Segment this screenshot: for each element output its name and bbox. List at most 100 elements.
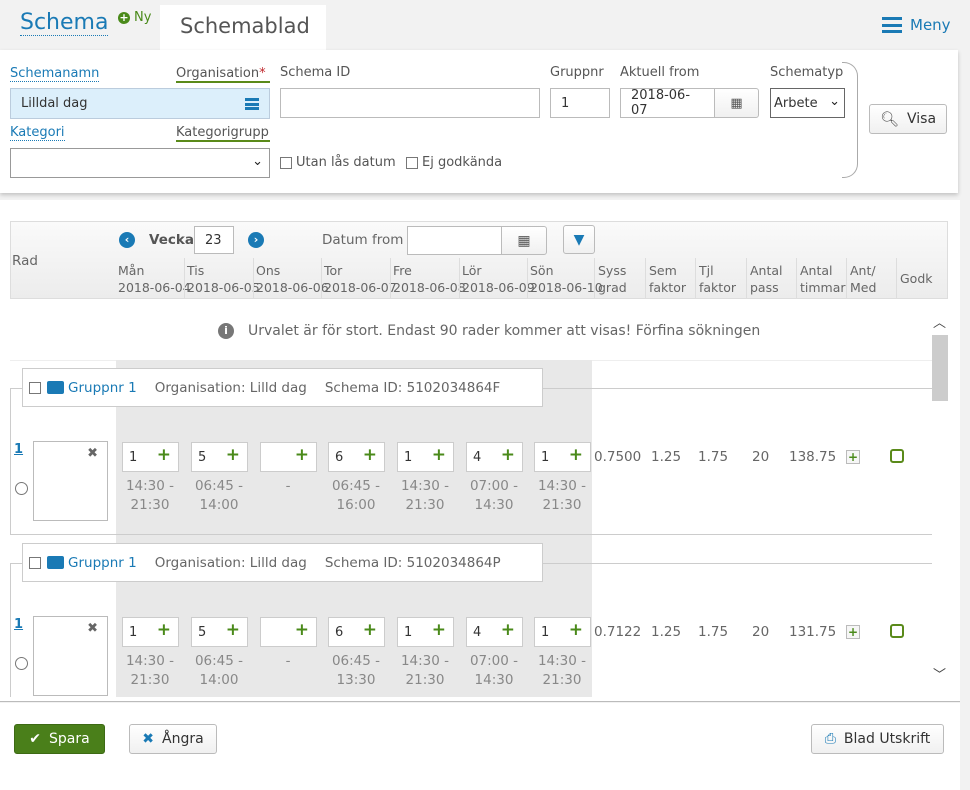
timmar-value: 138.75 [789,449,837,465]
organisation-field[interactable]: Lilldal dag [10,88,270,119]
plus-icon[interactable]: + [363,445,377,465]
plus-icon[interactable]: + [295,445,309,465]
plus-icon[interactable]: + [157,445,171,465]
vecka-input[interactable]: 23 [194,226,234,254]
day-input[interactable]: + [260,617,317,647]
shift-time: 14:30 -21:30 [537,653,587,688]
print-icon: ⎙ [824,731,836,747]
add-note-icon[interactable]: + [846,450,860,464]
plus-icon[interactable]: + [569,620,583,640]
scroll-up-icon[interactable]: ︿ [933,312,946,331]
plus-icon[interactable]: + [501,445,515,465]
tab-schemablad[interactable]: Schemablad [160,5,326,51]
day-input[interactable]: 1 + [397,442,454,472]
day-header: Mån 2018-06-04 [118,263,191,295]
filter-button[interactable]: ▼ [563,225,595,254]
aktuell-from-input[interactable]: 2018-06-07 [620,88,715,118]
shift-time: 06:45 -13:30 [331,653,381,688]
plus-icon[interactable]: + [363,620,377,640]
kategorigrupp-label: Kategorigrupp [176,125,270,142]
datum-from-input[interactable] [407,226,503,255]
grid-body: i Urvalet är för stort. Endast 90 rader … [10,300,932,697]
calendar-icon: ▦ [517,232,531,249]
group-checkbox[interactable] [29,556,41,569]
row-number-link[interactable]: 1 [14,617,23,632]
schema-id-input[interactable] [280,88,540,118]
plus-icon[interactable]: + [501,620,515,640]
godk-checkbox[interactable] [890,449,904,463]
day-header: Ons 2018-06-06 [256,263,329,295]
menu-label: Meny [910,16,951,34]
column-header: Syss grad [598,263,627,295]
plus-icon[interactable]: + [157,620,171,640]
timmar-value: 131.75 [789,624,837,640]
schematyp-select[interactable]: Arbete ⌄ [770,88,845,118]
group-schema-id: Schema ID: 5102034864F [324,379,501,396]
scrollbar[interactable]: ︿ ﹀ [932,310,948,690]
utan-las-datum-checkbox[interactable]: Utan lås datum [280,155,396,170]
row-number-link[interactable]: 1 [14,442,23,457]
notice: i Urvalet är för stort. Endast 90 rader … [218,323,760,339]
kategorigrupp-select[interactable]: ⌄ [10,148,270,178]
plus-icon[interactable]: + [295,620,309,640]
day-input[interactable]: 1 + [122,617,179,647]
prev-week-button[interactable]: ‹ [119,232,135,248]
ej-godkanda-checkbox[interactable]: Ej godkända [406,155,502,170]
column-header: Antal timmar [800,263,846,295]
shift-time: 06:45 -16:00 [331,478,381,513]
day-input[interactable]: 1 + [397,617,454,647]
list-icon[interactable] [245,98,259,110]
day-header: Fre 2018-06-08 [393,263,466,295]
column-header: Ant/Med [850,263,877,295]
day-input[interactable]: 6 + [328,617,385,647]
comment-textarea[interactable]: ✖ [33,441,108,521]
next-week-button[interactable]: › [248,232,264,248]
scrollbar-thumb[interactable] [932,335,948,401]
column-header: Godk [900,271,933,286]
new-button[interactable]: + Ny [118,10,151,25]
shift-time: 07:00 -14:30 [469,653,519,688]
day-input[interactable]: 4 + [466,617,523,647]
plus-icon[interactable]: + [432,620,446,640]
plus-icon[interactable]: + [226,445,240,465]
day-input[interactable]: 5 + [191,617,248,647]
group-checkbox[interactable] [29,381,41,394]
group-link[interactable]: Gruppnr 1 [68,380,137,396]
notice-text: Urvalet är för stort. Endast 90 rader ko… [248,323,761,339]
schemanamn-label[interactable]: Schemanamn [10,66,100,82]
angra-button[interactable]: ✖ Ångra [129,724,217,754]
datum-calendar-button[interactable]: ▦ [501,226,547,255]
row-radio[interactable] [15,482,28,495]
group-link[interactable]: Gruppnr 1 [68,555,137,571]
checkbox[interactable] [406,156,418,169]
kategori-label[interactable]: Kategori [10,125,65,141]
day-input[interactable]: 1 + [534,442,591,472]
checkbox[interactable] [280,156,292,169]
add-note-icon[interactable]: + [846,625,860,639]
menu-button[interactable]: Meny [882,16,951,34]
day-input[interactable]: 6 + [328,442,385,472]
day-input[interactable]: + [260,442,317,472]
plus-icon[interactable]: + [226,620,240,640]
comment-textarea[interactable]: ✖ [33,616,108,696]
day-input[interactable]: 1 + [122,442,179,472]
schema-title[interactable]: Schema [20,10,109,36]
row-radio[interactable] [15,657,28,670]
godk-checkbox[interactable] [890,624,904,638]
scroll-down-icon[interactable]: ﹀ [933,664,946,683]
plus-icon[interactable]: + [432,445,446,465]
calendar-button[interactable]: ▦ [714,88,759,118]
day-input[interactable]: 1 + [534,617,591,647]
plus-icon[interactable]: + [569,445,583,465]
day-header: Sön 2018-06-10 [530,263,603,295]
clear-icon[interactable]: ✖ [87,621,98,636]
gruppnr-label: Gruppnr [550,65,604,80]
visa-button[interactable]: 🔍︎ Visa [869,104,947,134]
day-input[interactable]: 4 + [466,442,523,472]
group-schema-id: Schema ID: 5102034864P [324,554,501,571]
blad-utskrift-button[interactable]: ⎙ Blad Utskrift [811,724,944,754]
clear-icon[interactable]: ✖ [87,446,98,461]
spara-button[interactable]: ✔ Spara [14,724,105,754]
day-input[interactable]: 5 + [191,442,248,472]
gruppnr-input[interactable]: 1 [550,88,610,118]
